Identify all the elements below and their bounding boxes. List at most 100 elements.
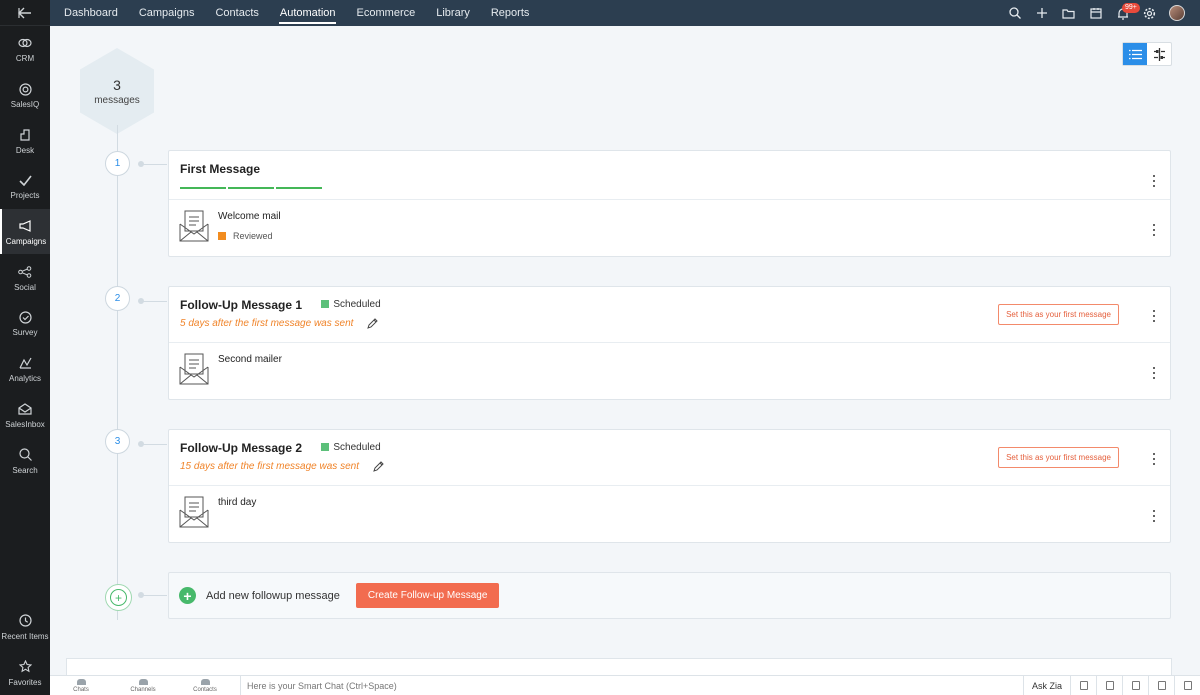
timeline-connector — [138, 298, 167, 304]
gear-icon[interactable] — [1136, 0, 1163, 26]
calendar-icon[interactable] — [1082, 0, 1109, 26]
pencil-edit-icon[interactable] — [373, 460, 385, 472]
message-card-header: Follow-Up Message 1 Scheduled 5 days aft… — [169, 287, 1170, 343]
search-icon[interactable] — [1001, 0, 1028, 26]
rail-item-favorites[interactable]: Favorites — [0, 649, 50, 695]
rail-item-label: Campaigns — [5, 237, 47, 247]
smiley-icon[interactable] — [1174, 675, 1200, 695]
email-name[interactable]: third day — [218, 497, 256, 508]
translate-icon[interactable] — [1070, 675, 1096, 695]
tab-dashboard[interactable]: Dashboard — [50, 0, 128, 26]
email-name[interactable]: Second mailer — [218, 354, 282, 365]
pencil-edit-icon[interactable] — [367, 317, 379, 329]
more-options-icon[interactable] — [1152, 310, 1156, 322]
status-square — [218, 232, 226, 240]
tab-library[interactable]: Library — [426, 0, 481, 26]
back-arrow-icon[interactable] — [0, 0, 50, 26]
timeline-connector — [138, 441, 167, 447]
status-square — [321, 300, 330, 308]
download-icon[interactable] — [1122, 675, 1148, 695]
email-row: Welcome mail Reviewed — [169, 200, 1170, 256]
rail-item-salesinbox[interactable]: SalesInbox — [0, 392, 50, 438]
email-envelope-icon — [179, 353, 209, 385]
more-options-icon[interactable] — [1152, 510, 1156, 522]
status-label: Scheduled — [333, 441, 381, 453]
create-followup-button[interactable]: Create Follow-up Message — [355, 583, 500, 608]
chats-label: Chats — [73, 686, 89, 693]
timeline-connector — [138, 161, 167, 167]
chats-button[interactable]: Chats — [50, 678, 112, 693]
rail-item-search[interactable]: Search — [0, 437, 50, 483]
chat-bar: Chats Channels Contacts Here is your Sma… — [50, 675, 1200, 695]
tab-automation[interactable]: Automation — [269, 0, 346, 26]
add-plus-icon[interactable]: + — [179, 587, 196, 604]
salesiq-icon — [18, 80, 32, 98]
more-options-icon[interactable] — [1152, 367, 1156, 379]
set-as-first-message-button[interactable]: Set this as your first message — [998, 447, 1119, 468]
email-row: third day — [169, 486, 1170, 542]
view-toggle — [1122, 42, 1172, 66]
crm-icon — [18, 34, 32, 52]
timeline-connector — [138, 592, 167, 598]
survey-icon — [18, 308, 32, 326]
list-view-icon[interactable] — [1123, 43, 1147, 65]
rail-item-desk[interactable]: Desk — [0, 117, 50, 163]
smart-chat-input[interactable]: Here is your Smart Chat (Ctrl+Space) — [240, 675, 1023, 695]
rail-item-label: SalesInbox — [5, 419, 45, 429]
message-title[interactable]: Follow-Up Message 2 — [180, 441, 302, 455]
message-title[interactable]: Follow-Up Message 1 — [180, 298, 302, 312]
message-count-label: messages — [94, 94, 140, 106]
email-envelope-icon — [179, 496, 209, 528]
favorites-icon — [18, 658, 32, 676]
rail-item-survey[interactable]: Survey — [0, 300, 50, 346]
rail-item-crm[interactable]: CRM — [0, 26, 50, 72]
tab-ecommerce[interactable]: Ecommerce — [346, 0, 426, 26]
more-options-icon[interactable] — [1152, 175, 1156, 187]
tab-contacts[interactable]: Contacts — [205, 0, 269, 26]
rail-item-label: Search — [12, 465, 38, 475]
rail-item-recent-items[interactable]: Recent Items — [0, 603, 50, 649]
add-followup-label[interactable]: Add new followup message — [206, 590, 340, 602]
contacts-label: Contacts — [193, 686, 217, 693]
rail-item-label: SalesIQ — [10, 100, 40, 110]
more-options-icon[interactable] — [1152, 453, 1156, 465]
notifications-bell-icon[interactable]: 99+ — [1109, 0, 1140, 26]
message-card-first: First Message Welcome mail Reviewed — [168, 150, 1171, 257]
message-card-header: First Message — [169, 151, 1170, 200]
search-icon — [18, 446, 32, 464]
tab-reports[interactable]: Reports — [480, 0, 540, 26]
contacts-button[interactable]: Contacts — [174, 678, 236, 693]
progress-indicator — [180, 187, 322, 189]
ask-zia-button[interactable]: Ask Zia — [1022, 675, 1070, 695]
analytics-icon — [18, 354, 32, 372]
email-envelope-icon — [179, 210, 209, 242]
email-name[interactable]: Welcome mail — [218, 211, 281, 222]
channels-button[interactable]: Channels — [112, 678, 174, 693]
channels-label: Channels — [130, 686, 156, 693]
chats-icon — [76, 678, 86, 685]
user-avatar[interactable] — [1163, 0, 1190, 26]
add-step-marker[interactable]: + — [105, 584, 132, 611]
step-marker-2: 2 — [105, 286, 130, 311]
tab-campaigns[interactable]: Campaigns — [128, 0, 205, 26]
rail-item-social[interactable]: Social — [0, 254, 50, 300]
rail-item-label: Social — [14, 282, 36, 292]
plus-icon[interactable] — [1028, 0, 1055, 26]
rail-item-salesiq[interactable]: SalesIQ — [0, 72, 50, 118]
notes-icon[interactable] — [1096, 675, 1122, 695]
rail-item-projects[interactable]: Projects — [0, 163, 50, 209]
step-marker-3: 3 — [105, 429, 130, 454]
rail-item-analytics[interactable]: Analytics — [0, 346, 50, 392]
message-title[interactable]: First Message — [180, 162, 260, 176]
folder-icon[interactable] — [1055, 0, 1082, 26]
rail-item-campaigns[interactable]: Campaigns — [0, 208, 50, 255]
social-icon — [18, 263, 32, 281]
channels-icon — [138, 678, 148, 685]
rail-item-label: Projects — [10, 191, 40, 201]
email-row: Second mailer — [169, 343, 1170, 399]
alarm-icon[interactable] — [1148, 675, 1174, 695]
contacts-icon — [200, 678, 210, 685]
set-as-first-message-button[interactable]: Set this as your first message — [998, 304, 1119, 325]
more-options-icon[interactable] — [1152, 224, 1156, 236]
flow-view-icon[interactable] — [1147, 43, 1171, 65]
